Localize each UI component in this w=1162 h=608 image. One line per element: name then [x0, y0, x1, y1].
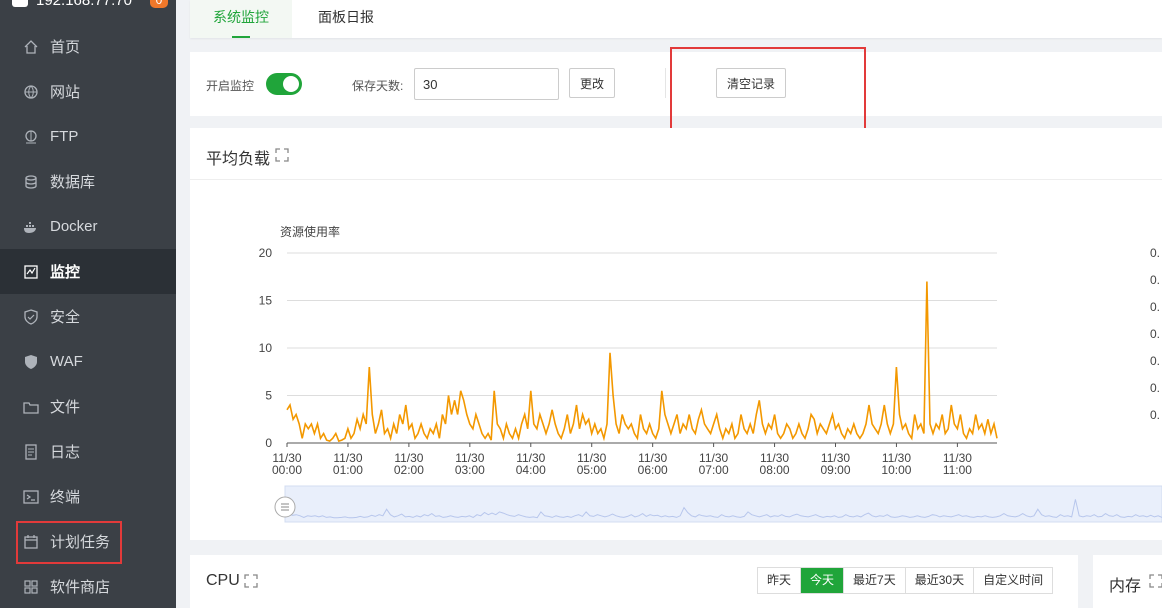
sidebar-item-label: 计划任务: [50, 534, 111, 551]
ftp-icon: [23, 129, 39, 145]
sidebar-item-12[interactable]: 计划任务: [0, 519, 176, 564]
sidebar-item-6[interactable]: 监控: [0, 249, 176, 294]
database-icon: [23, 174, 39, 190]
x-tick-time: 02:00: [394, 463, 424, 477]
sidebar-item-2[interactable]: 网站: [0, 69, 176, 114]
server-ip: 192.168.77.70: [36, 0, 132, 9]
folder-icon: [23, 399, 39, 415]
sidebar-item-label: WAF: [50, 353, 83, 370]
y-tick-label: 15: [259, 294, 273, 308]
range-option[interactable]: 自定义时间: [974, 568, 1053, 593]
time-range-selector: 昨天 今天 最近7天 最近30天 自定义时间: [757, 567, 1054, 594]
toggle-knob: [283, 76, 299, 92]
range-option[interactable]: 今天: [801, 568, 845, 593]
divider: [665, 68, 666, 98]
sidebar-item-label: 日志: [50, 444, 81, 461]
log-icon: [23, 443, 39, 460]
tab-system-monitor[interactable]: 系统监控: [190, 0, 292, 38]
range-option[interactable]: 最近30天: [905, 568, 975, 593]
x-tick-time: 07:00: [699, 463, 729, 477]
y-tick-label: 0: [265, 436, 272, 450]
sidebar-item-label: 终端: [50, 489, 81, 506]
x-tick-time: 08:00: [760, 463, 790, 477]
x-tick-time: 05:00: [577, 463, 607, 477]
expand-icon[interactable]: [1149, 574, 1162, 588]
tab-label: 系统监控: [213, 9, 269, 25]
cpu-card: CPU 昨天 今天 最近7天 最近30天 自定义时间: [190, 555, 1078, 608]
sidebar-item-label: 网站: [50, 84, 81, 101]
apps-grid-icon: [23, 579, 39, 595]
enable-monitor-label: 开启监控: [206, 79, 255, 93]
memory-card: 内存: [1093, 555, 1162, 608]
sidebar-item-11[interactable]: 终端: [0, 474, 176, 519]
y-tick-label: 10: [259, 341, 273, 355]
expand-icon[interactable]: [244, 574, 258, 588]
sidebar-item-label: 监控: [50, 264, 81, 281]
x-tick-time: 06:00: [638, 463, 668, 477]
sidebar-item-13[interactable]: 软件商店: [0, 564, 176, 608]
range-option[interactable]: 昨天: [758, 568, 802, 593]
clear-records-button[interactable]: 清空记录: [716, 68, 786, 98]
sidebar-item-1[interactable]: 首页: [0, 24, 176, 69]
sidebar-item-label: Docker: [50, 218, 98, 235]
tab-bar: 系统监控 面板日报: [190, 0, 1162, 38]
sidebar-item-5[interactable]: Docker: [0, 204, 176, 249]
right-y-tick-label: 0.: [1150, 354, 1160, 368]
tab-panel-daily-report[interactable]: 面板日报: [318, 0, 374, 38]
waf-shield-icon: [23, 354, 39, 370]
tab-active-underline: [232, 36, 250, 38]
sidebar-item-7[interactable]: 安全: [0, 294, 176, 339]
memory-title: 内存: [1109, 578, 1142, 595]
retention-days-label: 保存天数:: [352, 79, 404, 93]
shield-icon: [23, 308, 39, 325]
server-icon: [12, 0, 28, 7]
range-option[interactable]: 最近7天: [844, 568, 906, 593]
sidebar-item-8[interactable]: WAF: [0, 339, 176, 384]
right-y-tick-label: 0.: [1150, 273, 1160, 287]
x-tick-time: 10:00: [881, 463, 911, 477]
terminal-icon: [23, 489, 39, 505]
x-tick-time: 00:00: [272, 463, 302, 477]
right-y-tick-label: 0.: [1150, 300, 1160, 314]
sidebar: 192.168.77.70 0 首页网站 FTP 数据库 Docker 监控安全 WAF 文…: [0, 0, 176, 608]
home-icon: [23, 39, 39, 55]
right-y-tick-label: 0.: [1150, 246, 1160, 260]
cpu-title: CPU: [206, 572, 240, 589]
tab-label: 面板日报: [318, 9, 374, 25]
right-y-tick-label: 0.: [1150, 381, 1160, 395]
x-tick-time: 01:00: [333, 463, 363, 477]
docker-icon: [23, 219, 39, 235]
sidebar-item-label: 软件商店: [50, 579, 111, 596]
retention-days-input[interactable]: [414, 68, 559, 100]
sidebar-item-3[interactable]: FTP: [0, 114, 176, 159]
x-tick-time: 03:00: [455, 463, 485, 477]
sidebar-item-label: FTP: [50, 128, 79, 145]
load-average-card: 平均负载 资源使用率 0 5 10 15 20 0. 0. 0. 0. 0. 0. 0. 11/30 00:…: [190, 128, 1162, 540]
monitor-icon: [23, 264, 39, 280]
calendar-icon: [23, 534, 39, 550]
x-tick-time: 04:00: [516, 463, 546, 477]
x-tick-time: 11:00: [943, 463, 972, 477]
sidebar-item-label: 数据库: [50, 174, 96, 191]
sidebar-item-9[interactable]: 文件: [0, 384, 176, 429]
sidebar-header: 192.168.77.70 0: [0, 0, 176, 22]
change-button[interactable]: 更改: [569, 68, 615, 98]
right-y-tick-label: 0.: [1150, 327, 1160, 341]
enable-monitor-toggle[interactable]: [266, 73, 302, 95]
y-tick-label: 5: [265, 389, 272, 403]
globe-icon: [23, 84, 39, 100]
monitor-settings-bar: 开启监控 保存天数: 更改 清空记录: [190, 52, 1162, 116]
right-y-tick-label: 0.: [1150, 408, 1160, 422]
series-line: [286, 281, 998, 443]
sidebar-item-10[interactable]: 日志: [0, 429, 176, 474]
x-tick-time: 09:00: [820, 463, 850, 477]
sidebar-item-label: 文件: [50, 399, 81, 416]
sidebar-item-label: 首页: [50, 39, 81, 56]
load-average-chart: 资源使用率05101520 0.0.0.0.0.0.0.11/3000:0011/…: [259, 224, 1162, 523]
y-tick-label: 20: [259, 246, 273, 260]
sidebar-item-4[interactable]: 数据库: [0, 159, 176, 204]
sidebar-item-label: 安全: [50, 309, 81, 326]
notification-badge[interactable]: 0: [150, 0, 168, 8]
y-axis-title: 资源使用率: [280, 224, 340, 239]
